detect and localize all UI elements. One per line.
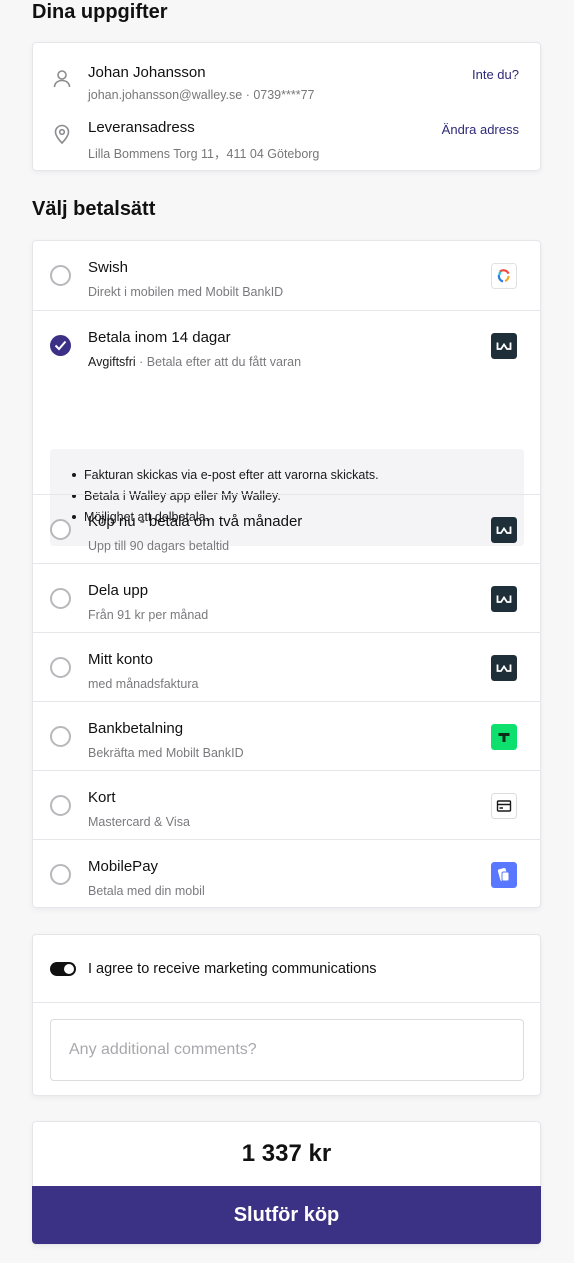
customer-contact: johan.johansson@walley.se · 0739****77 <box>88 88 315 102</box>
marketing-toggle[interactable] <box>50 962 76 976</box>
order-total: 1 337 kr <box>241 1140 332 1167</box>
fee-free-badge: Avgiftsfri <box>88 355 136 369</box>
trustly-logo-icon <box>491 724 517 750</box>
mobilepay-logo-icon <box>491 862 517 888</box>
payment-option-title: Dela upp <box>88 582 149 599</box>
radio-button[interactable] <box>50 657 71 678</box>
payment-option-title: Swish <box>88 259 129 276</box>
payment-option-bank-payment[interactable]: Bankbetalning Bekräfta med Mobilt BankID <box>33 701 540 770</box>
payment-option-subtitle: Från 91 kr per månad <box>88 608 209 622</box>
marketing-label: I agree to receive marketing communicati… <box>88 961 377 977</box>
payment-option-swish[interactable]: Swish Direkt i mobilen med Mobilt BankID <box>33 241 540 310</box>
payment-option-pay-in-two-months[interactable]: Köp nu - betala om två månader Upp till … <box>33 494 540 563</box>
payment-option-subtitle: Bekräfta med Mobilt BankID <box>88 746 244 760</box>
payment-option-subtitle: Mastercard & Visa <box>88 815 190 829</box>
complete-purchase-button[interactable]: Slutför köp <box>32 1186 541 1244</box>
radio-button[interactable] <box>50 588 71 609</box>
not-you-link[interactable]: Inte du? <box>472 67 519 82</box>
payment-option-title: Betala inom 14 dagar <box>88 329 231 346</box>
walley-logo-icon <box>491 517 517 543</box>
checkmark-icon <box>54 340 67 351</box>
customer-row: Johan Johansson johan.johansson@walley.s… <box>33 58 540 114</box>
divider <box>33 1002 540 1003</box>
radio-button[interactable] <box>50 519 71 540</box>
radio-button-checked[interactable] <box>50 335 71 356</box>
payment-option-my-account[interactable]: Mitt konto med månadsfaktura <box>33 632 540 701</box>
comments-input[interactable] <box>50 1019 524 1081</box>
walley-logo-icon <box>491 655 517 681</box>
change-address-link[interactable]: Ändra adress <box>442 122 519 137</box>
address-row: Leveransadress Lilla Bommens Torg 11，411… <box>33 113 540 169</box>
walley-logo-icon <box>491 333 517 359</box>
payment-option-title: MobilePay <box>88 858 159 875</box>
extras-card: I agree to receive marketing communicati… <box>32 934 541 1096</box>
payment-option-subtitle: Avgiftsfri · Betala efter att du fått va… <box>88 355 302 369</box>
payment-option-subtitle: Upp till 90 dagars betaltid <box>88 539 230 553</box>
radio-button[interactable] <box>50 726 71 747</box>
payment-methods-card: Swish Direkt i mobilen med Mobilt BankID… <box>32 240 541 908</box>
payment-option-installments[interactable]: Dela upp Från 91 kr per månad <box>33 563 540 632</box>
radio-button[interactable] <box>50 795 71 816</box>
payment-option-subtitle: med månadsfaktura <box>88 677 199 691</box>
payment-option-title: Kort <box>88 789 116 806</box>
payment-option-title: Mitt konto <box>88 651 154 668</box>
payment-option-title: Bankbetalning <box>88 720 184 737</box>
payment-option-subtitle: Betala med din mobil <box>88 884 205 898</box>
payment-option-title: Köp nu - betala om två månader <box>88 513 303 530</box>
checkout-card: 1 337 kr Slutför köp <box>32 1121 541 1245</box>
user-icon <box>53 70 71 88</box>
radio-button[interactable] <box>50 265 71 286</box>
payment-option-mobilepay[interactable]: MobilePay Betala med din mobil <box>33 839 540 908</box>
payment-heading: Välj betalsätt <box>32 198 156 220</box>
customer-details-card: Johan Johansson johan.johansson@walley.s… <box>32 42 541 171</box>
radio-button[interactable] <box>50 864 71 885</box>
details-heading: Dina uppgifter <box>32 1 168 23</box>
payment-option-card[interactable]: Kort Mastercard & Visa <box>33 770 540 839</box>
card-icon <box>491 793 517 819</box>
payment-detail-item: Fakturan skickas via e-post efter att va… <box>72 468 379 489</box>
payment-option-invoice-14-days[interactable]: Betala inom 14 dagar Avgiftsfri · Betala… <box>33 310 540 546</box>
swish-logo-icon <box>491 263 517 289</box>
payment-option-subtitle: Direkt i mobilen med Mobilt BankID <box>88 285 284 299</box>
location-pin-icon <box>54 124 70 145</box>
customer-name: Johan Johansson <box>88 64 206 81</box>
walley-logo-icon <box>491 586 517 612</box>
address-title: Leveransadress <box>88 119 195 136</box>
address-text: Lilla Bommens Torg 11，411 04 Göteborg <box>88 147 320 161</box>
